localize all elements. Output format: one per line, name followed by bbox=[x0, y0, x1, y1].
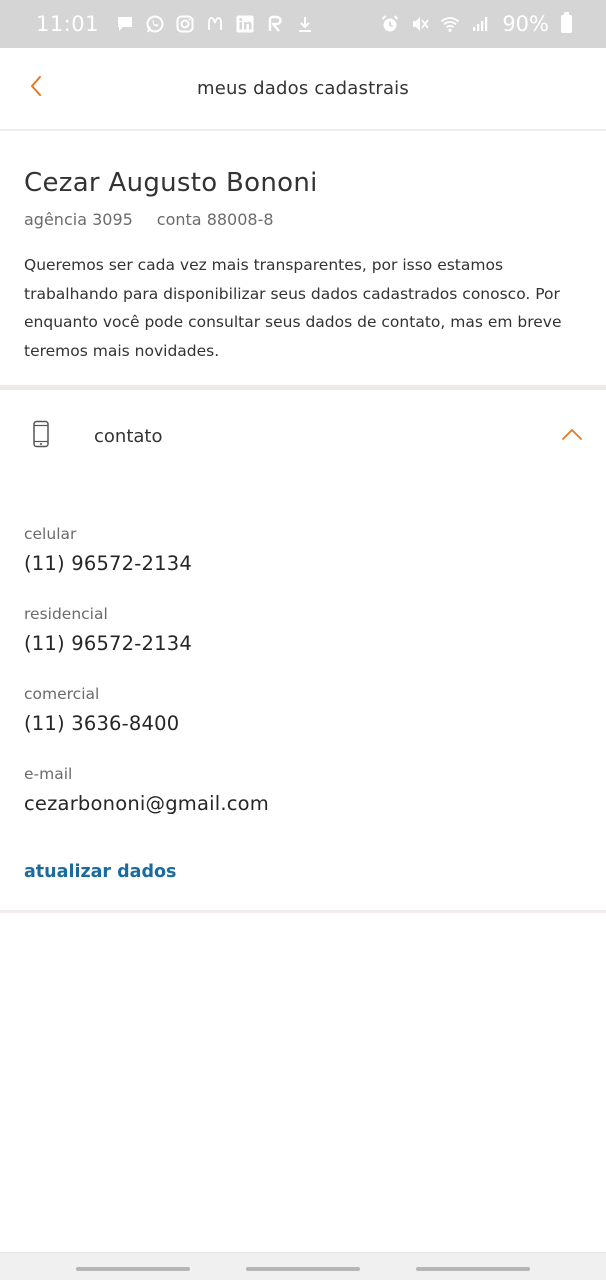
account-number: conta 88008-8 bbox=[156, 210, 274, 229]
chevron-up-icon[interactable] bbox=[558, 420, 586, 448]
field-label: celular bbox=[24, 525, 77, 543]
client-name: Cezar Augusto Bononi bbox=[24, 168, 318, 198]
linkedin-icon bbox=[235, 14, 255, 34]
instagram-icon bbox=[175, 14, 195, 34]
status-time: 11:01 bbox=[36, 12, 100, 36]
mute-icon bbox=[410, 14, 430, 34]
nav-recents-button[interactable] bbox=[76, 1267, 190, 1271]
nav-home-button[interactable] bbox=[246, 1267, 360, 1271]
profile-section: Cezar Augusto Bononi agência 3095 conta … bbox=[24, 168, 584, 365]
contact-field-celular: celular (11) 96572-2134 bbox=[24, 524, 584, 604]
intro-text: Queremos ser cada vez mais transparentes… bbox=[24, 256, 562, 360]
back-button[interactable] bbox=[20, 70, 52, 102]
field-value: (11) 96572-2134 bbox=[24, 632, 192, 655]
contact-section-label: contato bbox=[94, 426, 163, 447]
status-right: 90% bbox=[380, 12, 572, 36]
contact-list: celular (11) 96572-2134 residencial (11)… bbox=[24, 524, 584, 844]
message-icon bbox=[115, 14, 135, 34]
page-title: meus dados cadastrais bbox=[197, 78, 409, 99]
r-app-icon bbox=[265, 14, 285, 34]
contact-field-residencial: residencial (11) 96572-2134 bbox=[24, 604, 584, 684]
contact-field-email: e-mail cezarbononi@gmail.com bbox=[24, 764, 584, 844]
whatsapp-icon bbox=[145, 14, 165, 34]
field-value: (11) 3636-8400 bbox=[24, 712, 180, 735]
section-divider bbox=[0, 385, 606, 390]
app-header: meus dados cadastrais bbox=[0, 48, 606, 131]
status-left: 11:01 bbox=[36, 12, 315, 36]
battery-percent: 90% bbox=[502, 12, 549, 36]
nav-back-button[interactable] bbox=[416, 1267, 530, 1271]
contact-field-comercial: comercial (11) 3636-8400 bbox=[24, 684, 584, 764]
download-icon bbox=[295, 14, 315, 34]
field-value: cezarbononi@gmail.com bbox=[24, 792, 269, 815]
mcdonalds-icon bbox=[205, 14, 225, 34]
field-value: (11) 96572-2134 bbox=[24, 552, 192, 575]
battery-icon bbox=[561, 12, 572, 33]
navigation-bar bbox=[0, 1252, 606, 1280]
signal-icon bbox=[470, 14, 490, 34]
bottom-divider bbox=[0, 910, 606, 913]
alarm-icon bbox=[380, 14, 400, 34]
chevron-left-icon bbox=[31, 76, 41, 96]
wifi-icon bbox=[440, 14, 460, 34]
agency-number: agência 3095 bbox=[24, 210, 133, 229]
field-label: comercial bbox=[24, 685, 100, 703]
field-label: e-mail bbox=[24, 765, 73, 783]
contact-accordion-header[interactable]: contato bbox=[0, 400, 606, 470]
account-info: agência 3095 conta 88008-8 bbox=[24, 210, 584, 229]
smartphone-icon bbox=[30, 420, 52, 448]
update-data-link[interactable]: atualizar dados bbox=[24, 862, 176, 882]
status-bar: 11:01 90% bbox=[0, 0, 606, 48]
field-label: residencial bbox=[24, 605, 108, 623]
